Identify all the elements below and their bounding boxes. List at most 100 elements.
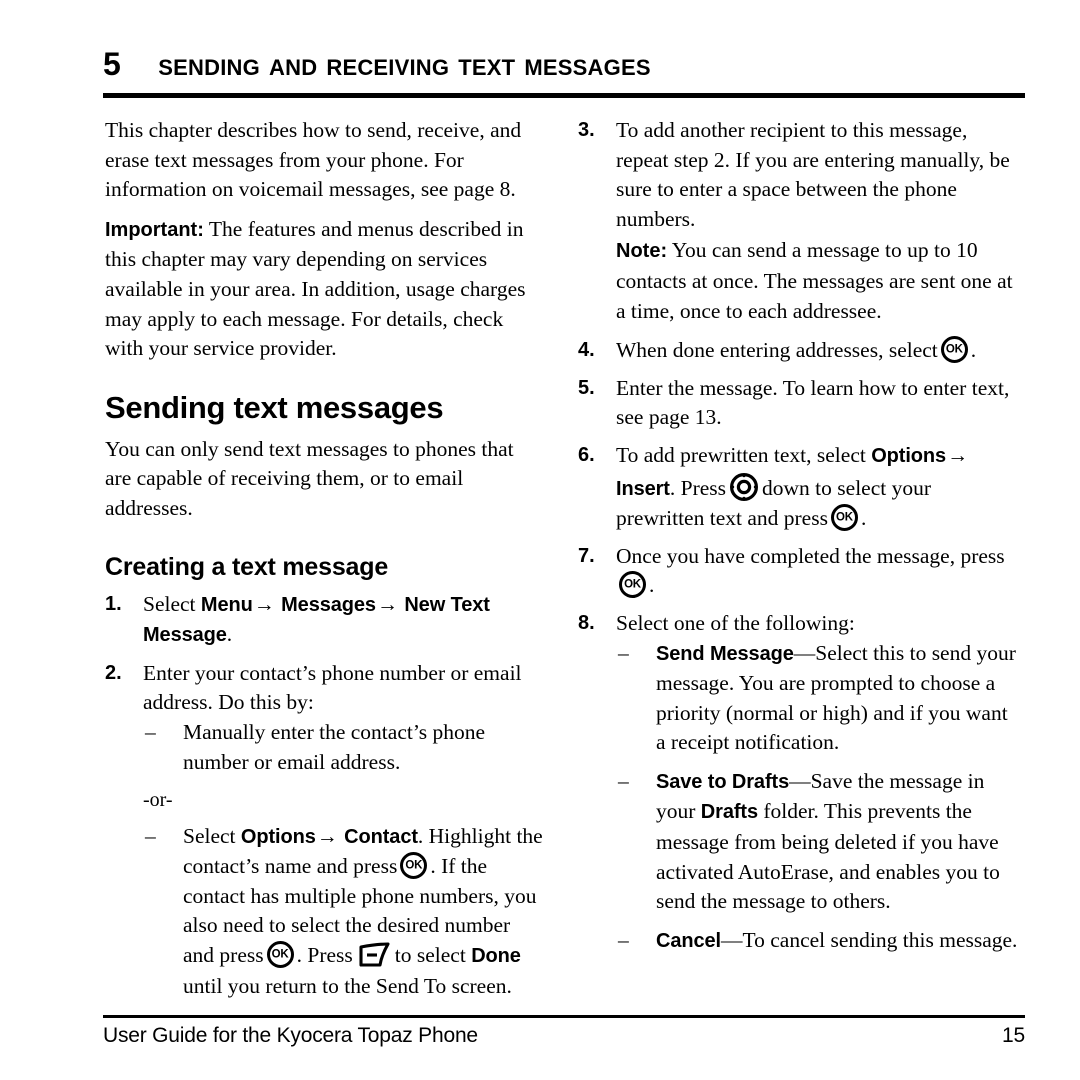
step-number: 8. [578, 611, 595, 634]
option-term-send-message: Send Message [656, 642, 794, 665]
chapter-number: 5 [103, 46, 121, 82]
text-fragment: . Press [669, 475, 727, 500]
option-term-save-to-drafts: Save to Drafts [656, 770, 790, 793]
step-text: When done entering addresses, select OK. [616, 336, 976, 364]
step-number: 4. [578, 339, 595, 362]
text-fragment: . Press [296, 943, 353, 968]
step-text: Once you have completed the message, pre… [616, 544, 1005, 599]
header-rule [103, 93, 1025, 98]
bullet-text: Manually enter the contact’s phone numbe… [183, 719, 486, 774]
menu-term-menu: Menu [200, 593, 253, 616]
option-bullets: – Send Message—Select this to send your … [616, 639, 1018, 957]
step-text: To add prewritten text, select Options→ … [616, 442, 969, 532]
steps-list-left: 1. Select Menu→ Messages→ New Text Messa… [105, 590, 545, 1002]
list-item: – Send Message—Select this to send your … [616, 639, 1018, 758]
step-number: 2. [105, 661, 122, 684]
or-separator: -or- [143, 789, 173, 812]
list-item: – Cancel—To cancel sending this message. [616, 926, 1018, 957]
menu-term-done: Done [471, 945, 521, 968]
menu-term-contact: Contact [344, 825, 418, 848]
step-item-8: 8. Select one of the following: – Send M… [578, 609, 1018, 957]
intro-paragraph: This chapter describes how to send, rece… [105, 118, 522, 202]
menu-term-messages: Messages [281, 593, 376, 616]
dash-bullet-icon: – [145, 719, 156, 744]
note-block: Note: You can send a message to up to 10… [616, 236, 1018, 326]
step-number: 5. [578, 376, 595, 399]
dash-bullet-icon: – [618, 768, 629, 793]
step-item-7: 7. Once you have completed the message, … [578, 542, 1018, 601]
emphasis-drafts: Drafts [700, 801, 758, 824]
step-item-6: 6. To add prewritten text, select Option… [578, 441, 1018, 534]
menu-term-insert: Insert [616, 477, 670, 500]
step-text: Enter your contact’s phone number or ema… [143, 660, 522, 715]
step-item-1: 1. Select Menu→ Messages→ New Text Messa… [105, 590, 545, 651]
step-number: 7. [578, 544, 595, 567]
dash-bullet-icon: – [618, 927, 629, 952]
step-item-2: 2. Enter your contact’s phone number or … [105, 659, 545, 1002]
footer-guide-text: User Guide for the Kyocera Topaz Phone [103, 1024, 478, 1047]
ok-key-icon: OK [940, 336, 968, 364]
text-fragment: To add prewritten text, select [616, 442, 866, 467]
text-fragment: When done entering addresses, select [616, 338, 938, 363]
dash-bullet-icon: – [618, 640, 629, 665]
text-fragment: . [649, 573, 655, 598]
step-item-4: 4. When done entering addresses, select O… [578, 336, 1018, 366]
step-number: 1. [105, 592, 122, 615]
step-text: Enter the message. To learn how to enter… [616, 375, 1010, 430]
step-item-3: 3. To add another recipient to this mess… [578, 116, 1018, 326]
bullet-text: Send Message—Select this to send your me… [656, 641, 1016, 755]
page-footer: User Guide for the Kyocera Topaz Phone 1… [103, 1024, 1025, 1048]
navigation-key-icon [729, 472, 759, 502]
step-number: 6. [578, 443, 595, 466]
arrow-icon: → [947, 442, 969, 467]
footer-rule [103, 1015, 1025, 1018]
em-dash: — [721, 927, 743, 952]
chapter-title: Sending and Receiving Text Messages [158, 46, 651, 82]
em-dash: — [793, 640, 816, 665]
section-heading: Sending text messages [105, 389, 444, 425]
important-label: Important: [105, 218, 204, 241]
list-item: – Manually enter the contact’s phone num… [143, 718, 545, 777]
text-fragment: until you return to the Send To screen. [183, 973, 512, 998]
text-fragment: Select [183, 823, 236, 848]
option-term-cancel: Cancel [656, 929, 721, 952]
text-fragment: to select [394, 943, 466, 968]
left-column: This chapter describes how to send, rece… [105, 116, 545, 1010]
footer-page-number: 15 [1002, 1024, 1025, 1047]
ok-key-icon: OK [830, 504, 858, 532]
step-text: Select one of the following: [616, 610, 855, 635]
bullet-text: Select Options→ Contact. Highlight the c… [183, 824, 543, 998]
arrow-icon: → [316, 823, 338, 848]
step-text: To add another recipient to this message… [616, 118, 1010, 231]
menu-term-options: Options [240, 825, 316, 848]
right-column: 3. To add another recipient to this mess… [578, 116, 1018, 965]
important-note: Important: The features and menus descri… [105, 215, 545, 364]
softkey-icon [357, 942, 391, 968]
note-text: You can send a message to up to 10 conta… [616, 238, 1013, 323]
section-paragraph: You can only send text messages to phone… [105, 436, 514, 520]
step-number: 3. [578, 119, 595, 141]
bullet-text: Cancel—To cancel sending this message. [656, 928, 1017, 952]
list-item: – Save to Drafts—Save the message in you… [616, 767, 1018, 917]
menu-term-options: Options [871, 444, 947, 467]
option-description: To cancel sending this message. [742, 927, 1018, 952]
ok-key-icon: OK [266, 941, 294, 969]
subsection-heading: Creating a text message [105, 552, 389, 581]
ok-key-icon: OK [619, 571, 646, 599]
list-item: – Select Options→ Contact. Highlight the… [143, 822, 545, 1002]
step1-text-after: . [226, 622, 233, 647]
step1-text-before: Select [143, 591, 196, 616]
chapter-header: 5 Sending and Receiving Text Messages [103, 46, 1025, 82]
dash-bullet-icon: – [145, 823, 156, 848]
steps-list-right: 3. To add another recipient to this mess… [578, 116, 1018, 956]
arrow-icon: → [253, 591, 275, 616]
em-dash: — [789, 768, 811, 793]
sub-bullets-step2: – Manually enter the contact’s phone num… [143, 718, 545, 777]
arrow-icon: → [376, 591, 398, 616]
sub-bullets-step2-b: – Select Options→ Contact. Highlight the… [143, 822, 545, 1002]
text-fragment: . [860, 506, 867, 531]
ok-key-icon: OK [400, 852, 428, 880]
step-item-5: 5. Enter the message. To learn how to en… [578, 374, 1018, 433]
note-label: Note: [616, 240, 668, 263]
bullet-text: Save to Drafts—Save the message in your … [656, 769, 1000, 913]
